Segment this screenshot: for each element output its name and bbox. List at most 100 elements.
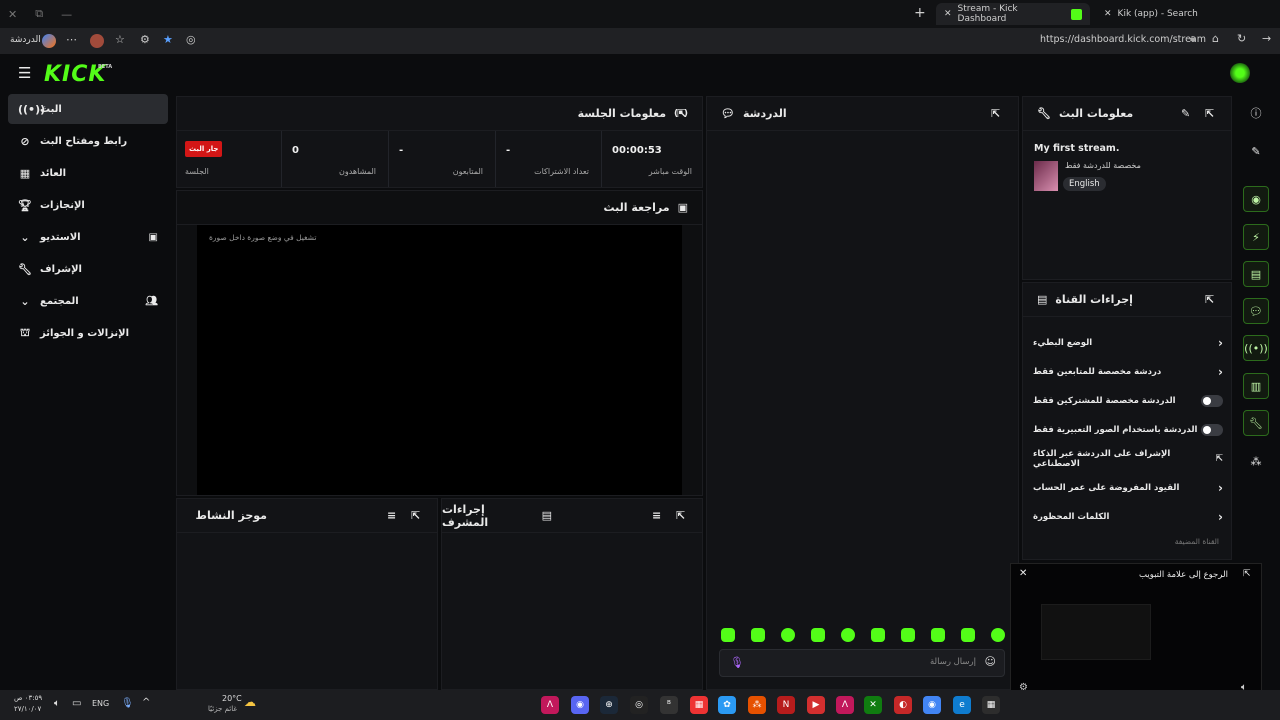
discord-icon[interactable]: ◉ bbox=[571, 696, 589, 714]
expand-icon[interactable]: ⇱ bbox=[411, 509, 420, 522]
extension-icon[interactable] bbox=[90, 34, 104, 48]
emote-icon[interactable] bbox=[901, 628, 915, 642]
restore-window-icon[interactable]: ⧉ bbox=[35, 7, 43, 21]
sidebar-item-achievements[interactable]: 🏆︎ الإنجازات bbox=[8, 190, 168, 220]
chrome-icon[interactable]: ◉ bbox=[923, 696, 941, 714]
expand-icon[interactable]: ⇱ bbox=[1205, 107, 1214, 120]
sidebar-item-community[interactable]: ⌄ المجتمع 👥︎ bbox=[8, 286, 168, 316]
extensions-icon[interactable]: ⚙ bbox=[140, 33, 150, 46]
home-icon[interactable]: ⌂ bbox=[1212, 32, 1219, 45]
emote-icon[interactable] bbox=[931, 628, 945, 642]
more-icon[interactable]: ⋯ bbox=[66, 33, 77, 46]
sidebar-item-moderation[interactable]: 🔧︎ الإشراف bbox=[8, 254, 168, 284]
avatar[interactable] bbox=[1230, 63, 1250, 83]
channel-action-banned-words[interactable]: الكلمات المحظورة › bbox=[1023, 503, 1233, 531]
expand-icon[interactable]: ⇱ bbox=[1205, 293, 1214, 306]
obs-icon[interactable]: ◎ bbox=[630, 696, 648, 714]
refresh-icon[interactable]: ↻ bbox=[1237, 32, 1246, 45]
menu-icon[interactable]: ☰ bbox=[18, 64, 31, 82]
expand-icon[interactable]: ⇱ bbox=[991, 107, 1000, 120]
edit-icon[interactable]: ✎ bbox=[1181, 107, 1190, 120]
emote-icon[interactable] bbox=[871, 628, 885, 642]
stack-icon[interactable]: ▥ bbox=[1243, 373, 1269, 399]
sidebar-item-stream[interactable]: ((•)) البث bbox=[8, 94, 168, 124]
camera-icon[interactable]: ◉ bbox=[1243, 186, 1269, 212]
info-icon[interactable]: ⓘ bbox=[1243, 100, 1269, 126]
tray-expand-icon[interactable]: ^ bbox=[142, 697, 150, 708]
tab-kik-search[interactable]: ✕ Kik (app) - Search bbox=[1096, 3, 1256, 25]
app-icon[interactable]: ⁂ bbox=[748, 696, 766, 714]
favorites-add-icon[interactable]: ☆ bbox=[115, 33, 125, 46]
chat-input[interactable]: 🎙︎ إرسال رسالة ☺ bbox=[719, 649, 1005, 677]
expand-icon[interactable]: ⇱ bbox=[676, 509, 685, 522]
profile-label[interactable]: الدردشة bbox=[10, 35, 41, 45]
sidebar-item-revenue[interactable]: ▦ العائد bbox=[8, 158, 168, 188]
app-icon[interactable]: ᴮ bbox=[660, 696, 678, 714]
emote-icon[interactable] bbox=[961, 628, 975, 642]
mic-icon[interactable]: 🎙︎ bbox=[730, 656, 744, 669]
network-icon[interactable]: ▭ bbox=[72, 698, 81, 709]
emote-icon[interactable] bbox=[991, 628, 1005, 642]
netflix-icon[interactable]: N bbox=[777, 696, 795, 714]
external-link-icon[interactable]: ⇱ bbox=[1243, 569, 1251, 579]
tab-kick-dashboard[interactable]: ✕ Stream - Kick Dashboard bbox=[936, 3, 1090, 25]
channel-action-subscribers-only: الدردشة مخصصة للمشتركين فقط bbox=[1023, 387, 1233, 415]
mic-icon[interactable]: 🎙︎ bbox=[121, 698, 134, 709]
list-icon[interactable]: ▤ bbox=[1243, 261, 1269, 287]
copilot-icon[interactable] bbox=[42, 34, 56, 48]
weather-icon[interactable]: ☁ bbox=[244, 695, 256, 709]
close-window-icon[interactable]: ✕ bbox=[8, 8, 17, 21]
favorite-star-icon[interactable]: ★ bbox=[163, 33, 173, 46]
edit-icon[interactable]: ✎ bbox=[1243, 138, 1269, 164]
app-icon[interactable]: Λ bbox=[836, 696, 854, 714]
sidebar-item-stream-key[interactable]: ⊘ رابط ومفتاح البث bbox=[8, 126, 168, 156]
emoji-icon[interactable]: ☺ bbox=[985, 655, 996, 668]
xbox-icon[interactable]: ✕ bbox=[864, 696, 882, 714]
filter-icon[interactable]: ≡ bbox=[652, 509, 661, 522]
chat-icon[interactable]: 💬︎ bbox=[1243, 298, 1269, 324]
pip-window[interactable]: ✕ الرجوع إلى علامة التبويب ⇱ ⚙ 🔈︎ bbox=[1010, 563, 1262, 703]
channel-action-account-age[interactable]: القيود المفروضة على عمر الحساب › bbox=[1023, 474, 1233, 502]
app-icon[interactable]: ✿ bbox=[718, 696, 736, 714]
emote-icon[interactable] bbox=[751, 628, 765, 642]
broadcast-icon[interactable]: ((•)) bbox=[1243, 335, 1269, 361]
forward-icon[interactable]: → bbox=[1262, 32, 1271, 45]
row-label: القيود المفروضة على عمر الحساب bbox=[1033, 483, 1180, 493]
app-icon[interactable]: ▦ bbox=[690, 696, 708, 714]
channel-action-slow-mode[interactable]: الوضع البطيء › bbox=[1023, 329, 1233, 357]
close-tab-icon[interactable]: ✕ bbox=[944, 9, 952, 19]
filter-icon[interactable]: ≡ bbox=[387, 509, 396, 522]
subscribers-only-toggle[interactable] bbox=[1201, 395, 1223, 407]
bolt-icon[interactable]: ⚡︎ bbox=[1243, 224, 1269, 250]
emotes-only-toggle[interactable] bbox=[1201, 424, 1223, 436]
emote-icon[interactable] bbox=[841, 628, 855, 642]
channel-action-followers-only[interactable]: دردشة مخصصة للمتابعين فقط › bbox=[1023, 358, 1233, 386]
volume-icon[interactable]: 🔈︎ bbox=[54, 698, 60, 709]
wrench-icon[interactable]: 🔧︎ bbox=[1243, 410, 1269, 436]
stack-icon: ▤ bbox=[1037, 293, 1048, 306]
back-to-tab-label[interactable]: الرجوع إلى علامة التبويب bbox=[1139, 570, 1228, 580]
app-icon[interactable]: ◐ bbox=[894, 696, 912, 714]
emote-icon[interactable] bbox=[721, 628, 735, 642]
stat-followers: - المتابعون bbox=[388, 131, 495, 187]
stat-label: المشاهدون bbox=[338, 167, 376, 176]
app-icon[interactable]: Λ bbox=[541, 696, 559, 714]
new-tab-button[interactable]: + bbox=[914, 5, 926, 21]
app-icon[interactable]: ▶ bbox=[807, 696, 825, 714]
sidebar-item-drops[interactable]: ⛫ الإنزالات و الجوائز bbox=[8, 318, 168, 348]
url-text[interactable]: https://dashboard.kick.com/stream bbox=[1040, 34, 1206, 45]
community-icon[interactable]: ⁂ bbox=[1243, 448, 1269, 474]
channel-action-ai-moderation[interactable]: الإشراف على الدردشة عبر الذكاء الاصطناعي… bbox=[1023, 445, 1233, 473]
emote-icon[interactable] bbox=[781, 628, 795, 642]
sidebar-item-studio[interactable]: ⌄ الاستديو ▣ bbox=[8, 222, 168, 252]
steam-icon[interactable]: ⊕ bbox=[600, 696, 618, 714]
close-tab-icon[interactable]: ✕ bbox=[1104, 9, 1112, 19]
language-indicator[interactable]: ENG bbox=[92, 699, 109, 708]
minimize-window-icon[interactable]: — bbox=[61, 8, 72, 21]
emote-icon[interactable] bbox=[811, 628, 825, 642]
store-icon[interactable]: ▦ bbox=[982, 696, 1000, 714]
session-info-header: ⇱ معلومات الجلسة (•) bbox=[177, 97, 702, 131]
close-icon[interactable]: ✕ bbox=[1019, 568, 1027, 579]
edge-icon[interactable]: e bbox=[953, 696, 971, 714]
video-player[interactable]: تشغيل في وضع صورة داخل صورة bbox=[197, 225, 682, 495]
